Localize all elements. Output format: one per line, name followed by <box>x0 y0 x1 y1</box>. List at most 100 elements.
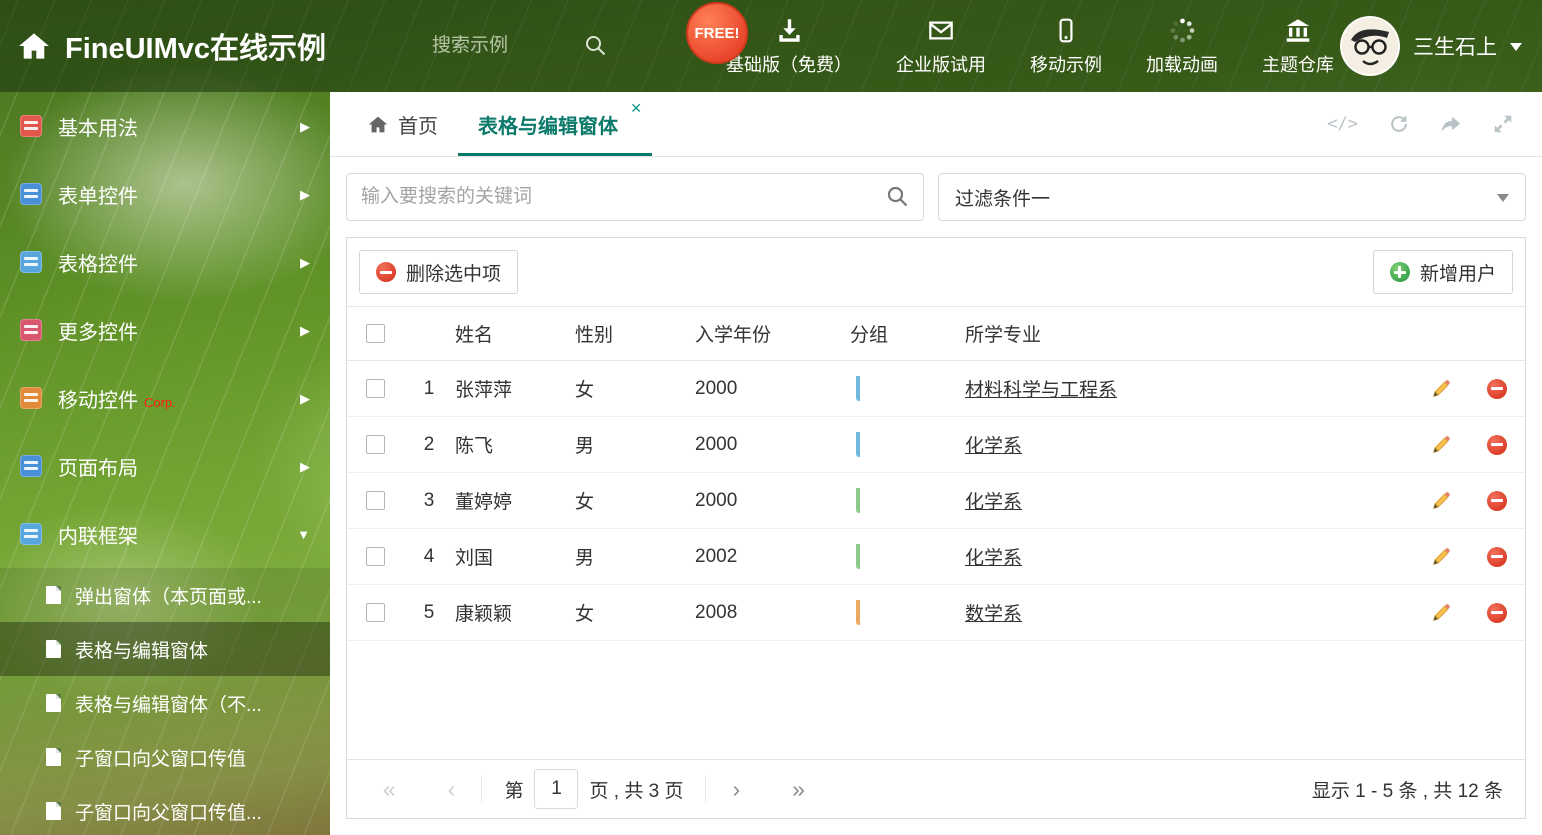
pencil-icon <box>1432 547 1450 565</box>
prev-page-button[interactable]: ‹ <box>422 776 482 803</box>
tab-label: 首页 <box>398 115 438 138</box>
major-link[interactable]: 化学系 <box>965 436 1022 457</box>
major-link[interactable]: 材料科学与工程系 <box>965 380 1117 401</box>
tag-icon <box>856 431 860 457</box>
delete-button[interactable] <box>1469 434 1525 455</box>
page-prefix-label: 第 <box>504 780 524 802</box>
top-search-input[interactable] <box>430 34 584 58</box>
edit-button[interactable] <box>1413 490 1469 512</box>
delete-button[interactable] <box>1469 490 1525 511</box>
sidebar-subitem-label: 弹出窗体（本页面或... <box>75 586 262 608</box>
grid-empty-space <box>347 641 1525 759</box>
sidebar-subitem[interactable]: 子窗口向父窗口传值 <box>0 730 330 784</box>
delete-button[interactable] <box>1469 602 1525 623</box>
page-suffix-label: 页 , 共 3 页 <box>589 780 684 802</box>
tab-grid-edit-window[interactable]: 表格与编辑窗体 <box>458 92 652 156</box>
top-nav-item-mobile[interactable]: 移动示例 <box>1030 16 1102 77</box>
edit-button[interactable] <box>1413 602 1469 624</box>
edit-button[interactable] <box>1413 434 1469 456</box>
tab-bar: 首页 表格与编辑窗体 </> <box>330 92 1542 157</box>
table-row: 1 张萍萍 女 2000 材料科学与工程系 <box>347 361 1525 417</box>
row-checkbox[interactable] <box>365 547 385 566</box>
column-major: 所学专业 <box>965 325 1042 346</box>
top-nav-label: 基础版（免费） <box>726 54 852 75</box>
sidebar-subitem[interactable]: 表格与编辑窗体 <box>0 622 330 676</box>
sidebar-item[interactable]: 基本用法 ▶ <box>0 92 330 160</box>
keyword-search-input[interactable] <box>347 186 923 208</box>
user-menu[interactable]: 三生石上 <box>1340 0 1522 92</box>
cell-name: 陈飞 <box>455 436 494 457</box>
sidebar-item[interactable]: 表格控件 ▶ <box>0 228 330 296</box>
row-checkbox[interactable] <box>365 435 385 454</box>
pencil-icon <box>1432 379 1450 397</box>
search-icon[interactable] <box>886 185 910 209</box>
major-link[interactable]: 化学系 <box>965 548 1022 569</box>
top-nav-item-loading[interactable]: 加载动画 <box>1146 16 1218 77</box>
sidebar-item[interactable]: 页面布局 ▶ <box>0 432 330 500</box>
last-page-button[interactable]: » <box>766 776 831 803</box>
cell-year: 2000 <box>695 433 738 455</box>
row-checkbox[interactable] <box>365 491 385 510</box>
minus-circle-icon <box>376 262 396 282</box>
select-all-checkbox[interactable] <box>365 324 385 343</box>
table-header-row: 姓名 性别 入学年份 分组 所学专业 <box>347 306 1525 361</box>
major-link[interactable]: 化学系 <box>965 492 1022 513</box>
add-user-button[interactable]: 新增用户 <box>1372 250 1513 294</box>
sidebar-item[interactable]: 内联框架 ▼ <box>0 500 330 568</box>
close-icon[interactable] <box>630 100 642 117</box>
source-code-icon[interactable]: </> <box>1327 114 1358 134</box>
column-group: 分组 <box>850 325 889 346</box>
free-badge: FREE! <box>686 2 748 64</box>
menu-item-icon <box>20 387 42 409</box>
first-page-button[interactable]: « <box>357 776 422 803</box>
page-number-group: 第 页 , 共 3 页 <box>482 769 705 809</box>
row-number: 5 <box>423 601 435 623</box>
chevron-icon: ▶ <box>300 458 310 474</box>
fullscreen-icon[interactable] <box>1492 113 1514 135</box>
column-year: 入学年份 <box>695 325 772 346</box>
chevron-icon: ▶ <box>300 118 310 134</box>
page-number-input[interactable] <box>534 769 579 809</box>
filter-dropdown[interactable]: 过滤条件一 <box>938 173 1526 221</box>
menu-item-icon <box>20 251 42 273</box>
table-body: 1 张萍萍 女 2000 材料科学与工程系 2 陈飞 男 2000 化学系 3 … <box>347 361 1525 641</box>
avatar[interactable] <box>1340 16 1400 76</box>
sidebar-subitem[interactable]: 弹出窗体（本页面或... <box>0 568 330 622</box>
sidebar-item-badge: Corp. <box>144 394 176 410</box>
row-checkbox[interactable] <box>365 603 385 622</box>
sidebar-subitem[interactable]: 表格与编辑窗体（不... <box>0 676 330 730</box>
top-nav-item-enterprise[interactable]: 企业版试用 <box>896 16 986 77</box>
delete-button[interactable] <box>1469 378 1525 399</box>
top-search <box>430 26 640 66</box>
edit-button[interactable] <box>1413 378 1469 400</box>
top-nav-item-themes[interactable]: 主题仓库 <box>1262 16 1334 77</box>
page-icon <box>46 694 61 712</box>
home-icon <box>18 31 50 61</box>
share-icon[interactable] <box>1440 113 1462 135</box>
search-icon[interactable] <box>584 34 608 58</box>
top-nav-label: 主题仓库 <box>1262 54 1334 75</box>
cell-gender: 女 <box>575 380 595 401</box>
sidebar-subitem-label: 表格与编辑窗体 <box>75 640 209 662</box>
tab-home[interactable]: 首页 <box>348 92 458 156</box>
sidebar-item[interactable]: 表单控件 ▶ <box>0 160 330 228</box>
sidebar-item[interactable]: 移动控件 Corp. ▶ <box>0 364 330 432</box>
brand-home-link[interactable]: FineUIMvc在线示例 <box>18 0 326 92</box>
refresh-icon[interactable] <box>1388 113 1410 135</box>
chevron-down-icon <box>1510 43 1522 57</box>
tag-icon <box>856 487 860 513</box>
edit-button[interactable] <box>1413 546 1469 568</box>
major-link[interactable]: 数学系 <box>965 604 1022 625</box>
minus-circle-icon <box>1487 546 1507 567</box>
top-nav: 基础版（免费） 企业版试用 移动示例 加载动画 主题仓库 <box>726 0 1334 92</box>
delete-selected-button[interactable]: 删除选中项 <box>359 250 519 294</box>
cell-name: 康颖颖 <box>455 604 513 625</box>
cell-name: 刘国 <box>455 548 494 569</box>
next-page-button[interactable]: › <box>706 776 766 803</box>
sidebar-item[interactable]: 更多控件 ▶ <box>0 296 330 364</box>
row-checkbox[interactable] <box>365 379 385 398</box>
table-row: 5 康颖颖 女 2008 数学系 <box>347 585 1525 641</box>
delete-button[interactable] <box>1469 546 1525 567</box>
menu-item-icon <box>20 523 42 545</box>
sidebar-subitem[interactable]: 子窗口向父窗口传值... <box>0 784 330 835</box>
